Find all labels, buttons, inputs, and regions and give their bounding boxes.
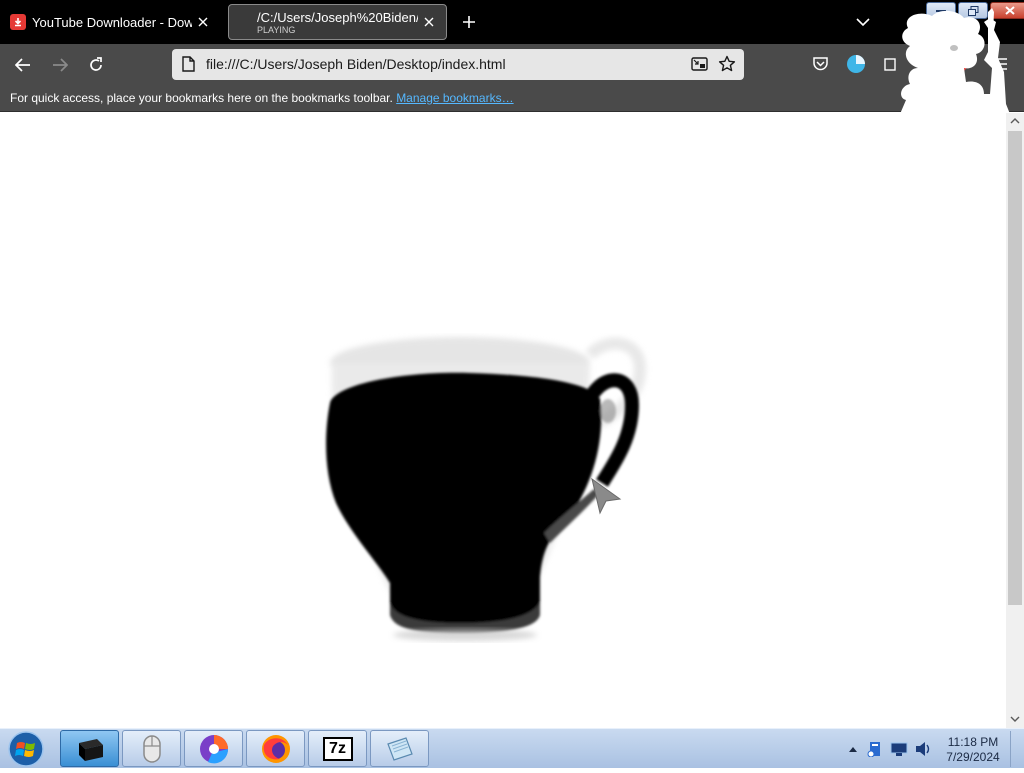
navigation-toolbar: file:///C:/Users/Joseph Biden/Desktop/in… — [0, 44, 1024, 85]
mouse-icon — [142, 734, 161, 763]
tab-strip: YouTube Downloader - Download /C:/Users/… — [0, 0, 1024, 44]
address-bar[interactable]: file:///C:/Users/Joseph Biden/Desktop/in… — [172, 49, 744, 80]
clock[interactable]: 11:18 PM 7/29/2024 — [940, 735, 1006, 765]
taskbar-app-firefox[interactable] — [246, 730, 305, 767]
close-icon[interactable] — [418, 11, 440, 33]
character-silhouette-decoration — [900, 8, 1010, 114]
windows-logo-icon — [8, 731, 44, 767]
forward-button — [47, 52, 73, 78]
arrow-right-icon — [53, 58, 68, 72]
7zip-icon: 7z — [322, 736, 353, 761]
page-icon — [182, 56, 195, 77]
notepad-icon — [386, 736, 413, 761]
firefox-icon — [261, 734, 290, 763]
tab-playing-label: PLAYING — [257, 24, 296, 35]
scroll-up-arrow-icon[interactable] — [1006, 113, 1024, 129]
clock-time: 11:18 PM — [947, 735, 999, 749]
scroll-thumb[interactable] — [1008, 131, 1022, 605]
network-icon[interactable] — [890, 740, 908, 758]
vertical-scrollbar[interactable] — [1006, 113, 1024, 728]
bookmarks-hint: For quick access, place your bookmarks h… — [10, 91, 397, 105]
download-icon — [10, 14, 26, 30]
taskbar-app-7zip[interactable]: 7z — [308, 730, 367, 767]
arrow-left-icon — [15, 58, 30, 72]
taskbar-app-browser[interactable] — [184, 730, 243, 767]
account-icon[interactable] — [846, 54, 866, 74]
taskbar: 7z 11:18 PM 7/29/2024 — [0, 728, 1024, 768]
scroll-down-arrow-icon[interactable] — [1006, 711, 1024, 727]
taskbar-app-notepad[interactable] — [370, 730, 429, 767]
teacup-image — [326, 337, 647, 641]
tab-title: /C:/Users/Joseph%20Biden/Desktop/index.h… — [257, 9, 418, 25]
chevron-down-icon — [856, 17, 870, 26]
reload-button[interactable] — [83, 52, 109, 78]
volume-icon[interactable] — [914, 740, 932, 758]
tab-title: YouTube Downloader - Download — [32, 14, 192, 30]
start-button[interactable] — [6, 730, 46, 768]
tab-index-html[interactable]: /C:/Users/Joseph%20Biden/Desktop/index.h… — [228, 4, 447, 40]
taskbar-app-terminal[interactable] — [60, 730, 119, 767]
plus-icon — [463, 16, 475, 28]
bookmarks-empty-message: For quick access, place your bookmarks h… — [10, 91, 514, 105]
tab-youtube-downloader[interactable]: YouTube Downloader - Download — [0, 4, 220, 40]
terminal-icon — [78, 738, 103, 761]
reload-icon — [90, 57, 102, 71]
url-text[interactable]: file:///C:/Users/Joseph Biden/Desktop/in… — [206, 56, 506, 72]
pocket-icon[interactable] — [810, 54, 830, 74]
browser-icon — [199, 734, 228, 763]
manage-bookmarks-link[interactable]: Manage bookmarks… — [396, 91, 513, 105]
back-button[interactable] — [10, 52, 36, 78]
page-content — [0, 113, 1006, 728]
action-center-icon[interactable] — [866, 740, 884, 758]
list-all-tabs-button[interactable] — [852, 11, 874, 33]
clock-date: 7/29/2024 — [946, 750, 1000, 764]
taskbar-app-mouse[interactable] — [122, 730, 181, 767]
bookmarks-toolbar: For quick access, place your bookmarks h… — [0, 85, 1024, 112]
close-icon[interactable] — [192, 11, 214, 33]
star-icon[interactable] — [718, 55, 736, 78]
show-desktop-button[interactable] — [1010, 731, 1023, 767]
new-tab-button[interactable] — [458, 11, 480, 33]
picture-in-picture-icon[interactable] — [691, 56, 708, 77]
7zip-label: 7z — [329, 739, 346, 757]
show-hidden-icons-icon[interactable] — [844, 740, 862, 758]
